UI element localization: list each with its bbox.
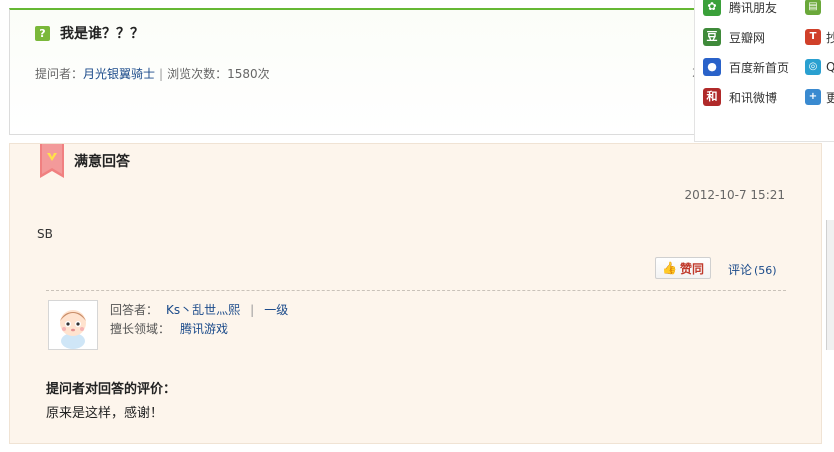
share-item-tencent-friends[interactable]: ✿ 腾讯朋友 (703, 0, 777, 17)
share-item-label-partial: 抄 (826, 29, 834, 46)
thumbs-up-icon: 👍 (662, 261, 677, 275)
comment-count: (56) (754, 264, 777, 277)
answer-date: 2012-10-7 15:21 (684, 188, 786, 202)
responder-name-link[interactable]: Ks丶乱世灬熙 (166, 303, 240, 317)
like-button[interactable]: 👍 赞同 (655, 257, 711, 279)
responder-avatar[interactable] (48, 300, 98, 350)
share-dropdown-menu: ✿ 腾讯朋友 豆 豆瓣网 ● 百度新首页 和 和讯微博 ▤ T 抄 ◎ Q + … (694, 0, 834, 142)
evaluation-title: 提问者对回答的评价： (46, 382, 177, 397)
expertise-info: 擅长领域： 腾讯游戏 (110, 320, 228, 337)
question-meta: 提问者：月光银翼骑士 | 浏览次数：1580次 (35, 65, 270, 82)
share-item-more[interactable]: + 更 (805, 87, 834, 107)
responder-info: 回答者： Ks丶乱世灬熙 | 一级 (110, 301, 288, 318)
comment-label: 评论 (728, 263, 753, 277)
hexun-weibo-icon: 和 (703, 88, 721, 106)
share-item-label: 腾讯朋友 (729, 0, 778, 15)
expertise-label: 擅长领域： (110, 322, 171, 336)
share-item-label-partial: 更 (826, 89, 834, 106)
scrollbar-edge[interactable] (826, 220, 834, 350)
asker-name-link[interactable]: 月光银翼骑士 (83, 67, 155, 81)
share-item-partial-1[interactable]: ▤ (805, 0, 834, 17)
question-title: 我是谁？？？ (60, 26, 144, 42)
expertise-link[interactable]: 腾讯游戏 (180, 322, 228, 336)
share-item-baidu[interactable]: ● 百度新首页 (703, 57, 789, 77)
partial-blue-icon: ◎ (805, 59, 821, 75)
partial-red-icon: T (805, 29, 821, 45)
evaluation-text: 原来是这样，感谢！ (46, 406, 164, 421)
view-count: 浏览次数：1580次 (167, 67, 270, 81)
share-item-label: 和讯微博 (729, 90, 778, 105)
responder-separator: | (250, 303, 255, 317)
share-item-label: 豆瓣网 (729, 30, 766, 45)
share-item-label-partial: Q (826, 60, 834, 74)
answer-body: SB (37, 227, 53, 241)
responder-label: 回答者： (110, 303, 159, 317)
share-item-hexun-weibo[interactable]: 和 和讯微博 (703, 87, 777, 107)
share-item-douban[interactable]: 豆 豆瓣网 (703, 27, 765, 47)
best-answer-card: 满意回答 2012-10-7 15:21 SB 👍 赞同 评论 (56) 回答者：… (9, 143, 822, 444)
baidu-icon: ● (703, 58, 721, 76)
partial-green-icon: ▤ (805, 0, 821, 15)
best-answer-heading: 满意回答 (74, 154, 130, 170)
meta-separator: | (159, 67, 164, 81)
share-item-partial-3[interactable]: ◎ Q (805, 57, 834, 77)
asker-label: 提问者： (35, 67, 84, 81)
like-label: 赞同 (679, 261, 704, 276)
ribbon-badge-icon (40, 144, 64, 178)
question-mark-icon: ? (35, 26, 50, 41)
share-item-label: 百度新首页 (729, 60, 790, 75)
tencent-friends-icon: ✿ (703, 0, 721, 16)
dashed-divider (46, 290, 786, 291)
douban-icon: 豆 (703, 28, 721, 46)
comment-link[interactable]: 评论 (56) (728, 261, 777, 278)
share-item-partial-2[interactable]: T 抄 (805, 27, 834, 47)
responder-level-link[interactable]: 一级 (264, 303, 288, 317)
more-plus-icon: + (805, 89, 821, 105)
baby-avatar-icon (49, 301, 97, 349)
